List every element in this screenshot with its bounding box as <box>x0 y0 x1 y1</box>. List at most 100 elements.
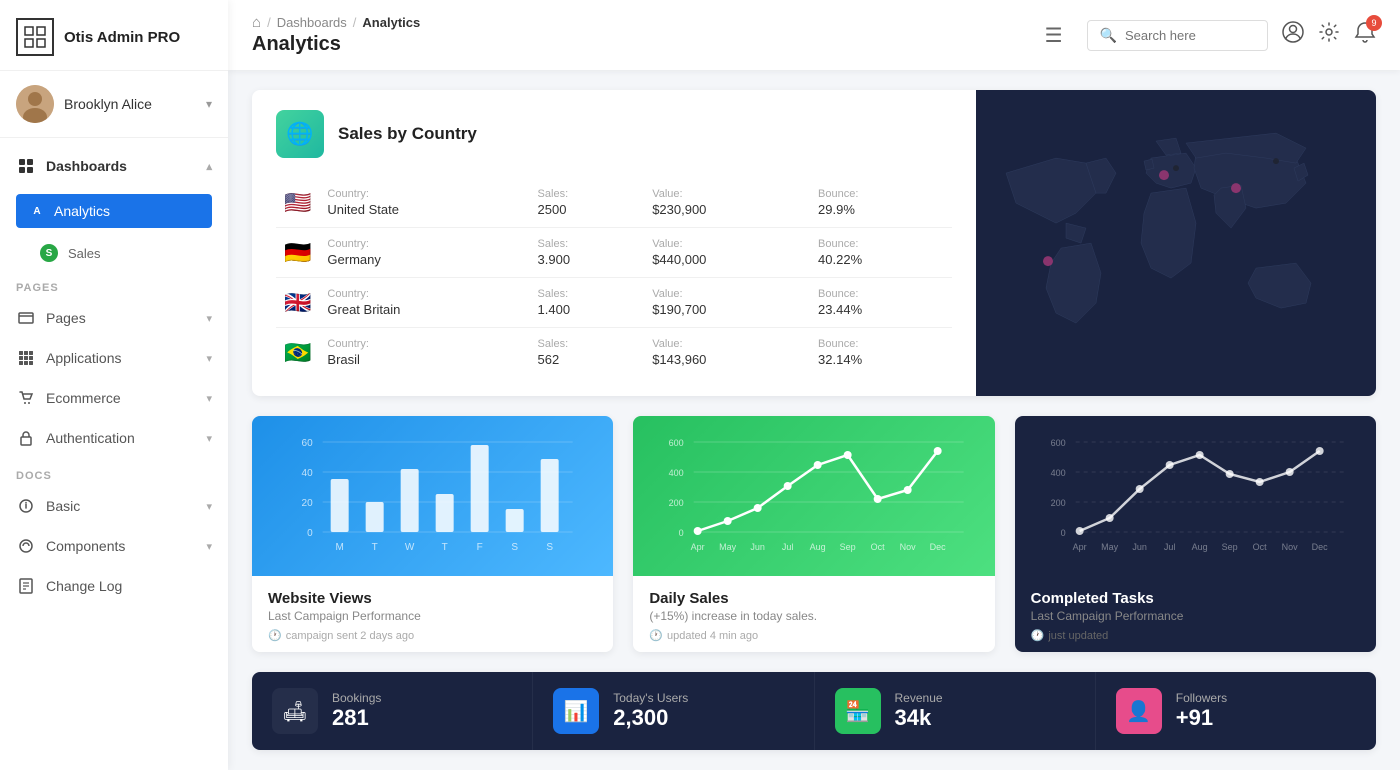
notifications-icon[interactable]: 9 <box>1354 21 1376 49</box>
sales-card-title: Sales by Country <box>338 124 477 144</box>
sidebar-item-sales[interactable]: S Sales <box>0 236 228 270</box>
stat-value-3: +91 <box>1176 705 1227 731</box>
completed-tasks-footer: 🕐 just updated <box>1031 629 1360 642</box>
sidebar-item-applications[interactable]: Applications ▾ <box>0 338 228 378</box>
sidebar-item-dashboards[interactable]: Dashboards ▴ <box>0 146 228 186</box>
svg-text:0: 0 <box>679 528 684 538</box>
sidebar-user[interactable]: Brooklyn Alice ▾ <box>0 71 228 138</box>
completed-tasks-title: Completed Tasks <box>1031 590 1360 607</box>
logo-text: Otis Admin PRO <box>64 29 180 46</box>
svg-text:May: May <box>1101 542 1119 552</box>
sales-card-header: 🌐 Sales by Country <box>276 110 952 158</box>
svg-text:400: 400 <box>1050 468 1065 478</box>
svg-text:Jul: Jul <box>782 542 794 552</box>
svg-text:200: 200 <box>669 498 684 508</box>
svg-text:Aug: Aug <box>1191 542 1207 552</box>
svg-text:Oct: Oct <box>871 542 886 552</box>
stat-item: 📊 Today's Users 2,300 <box>533 672 814 750</box>
sidebar-item-changelog[interactable]: Change Log <box>0 566 228 606</box>
sidebar-item-ecommerce[interactable]: Ecommerce ▾ <box>0 378 228 418</box>
dashboards-icon <box>16 156 36 176</box>
stats-row: 🛋 Bookings 281 📊 Today's Users 2,300 🏪 R… <box>252 672 1376 750</box>
svg-text:200: 200 <box>1050 498 1065 508</box>
ecommerce-label: Ecommerce <box>46 390 196 406</box>
notification-badge: 9 <box>1366 15 1382 31</box>
breadcrumb: ⌂ / Dashboards / Analytics <box>252 14 1029 31</box>
stat-icon-2: 🏪 <box>835 688 881 734</box>
svg-text:T: T <box>442 542 448 553</box>
search-box[interactable]: 🔍 <box>1087 20 1268 51</box>
svg-text:S: S <box>546 542 553 553</box>
sales-map-section <box>976 90 1376 396</box>
ecommerce-icon <box>16 388 36 408</box>
stat-icon-3: 👤 <box>1116 688 1162 734</box>
svg-text:0: 0 <box>1060 528 1065 538</box>
analytics-label: Analytics <box>54 203 110 219</box>
authentication-label: Authentication <box>46 430 196 446</box>
menu-icon[interactable]: ☰ <box>1045 23 1063 48</box>
stat-label-2: Revenue <box>895 691 943 705</box>
sales-table-section: 🌐 Sales by Country 🇺🇸 Country: United St… <box>252 90 976 396</box>
svg-text:Jul: Jul <box>1164 542 1176 552</box>
website-views-chart: 60 40 20 0 M T <box>268 432 597 572</box>
home-icon[interactable]: ⌂ <box>252 14 261 31</box>
analytics-letter: A <box>28 202 46 220</box>
sidebar-item-pages[interactable]: Pages ▾ <box>0 298 228 338</box>
completed-tasks-chart-area: 600 400 200 0 Apr <box>1015 416 1376 576</box>
stat-label-3: Followers <box>1176 691 1227 705</box>
user-profile-icon[interactable] <box>1282 21 1304 49</box>
daily-sales-chart-area: 600 400 200 0 <box>633 416 994 576</box>
completed-tasks-subtitle: Last Campaign Performance <box>1031 609 1360 623</box>
basic-label: Basic <box>46 498 196 514</box>
daily-sales-title: Daily Sales <box>649 590 978 607</box>
sales-by-country-card: 🌐 Sales by Country 🇺🇸 Country: United St… <box>252 90 1376 396</box>
stat-label-0: Bookings <box>332 691 381 705</box>
sales-label: Sales <box>68 246 101 261</box>
clock-icon-sales: 🕐 <box>649 629 663 642</box>
svg-text:600: 600 <box>1050 438 1065 448</box>
changelog-icon <box>16 576 36 596</box>
sidebar-item-components[interactable]: Components ▾ <box>0 526 228 566</box>
svg-text:60: 60 <box>302 438 314 449</box>
website-views-chart-area: 60 40 20 0 M T <box>252 416 613 576</box>
basic-icon <box>16 496 36 516</box>
stat-icon-0: 🛋 <box>272 688 318 734</box>
svg-text:Nov: Nov <box>900 542 917 552</box>
svg-text:Apr: Apr <box>691 542 705 552</box>
svg-text:Oct: Oct <box>1252 542 1267 552</box>
applications-label: Applications <box>46 350 196 366</box>
svg-text:Dec: Dec <box>1311 542 1328 552</box>
completed-tasks-footer-text: just updated <box>1048 630 1108 642</box>
svg-text:T: T <box>372 542 378 553</box>
completed-tasks-info: Completed Tasks Last Campaign Performanc… <box>1015 576 1376 652</box>
sidebar-item-analytics[interactable]: A Analytics <box>0 186 228 236</box>
breadcrumb-dashboards[interactable]: Dashboards <box>277 15 347 30</box>
svg-text:Jun: Jun <box>1132 542 1147 552</box>
sidebar-item-basic[interactable]: Basic ▾ <box>0 486 228 526</box>
completed-tasks-card: 600 400 200 0 Apr <box>1015 416 1376 652</box>
chevron-down-basic-icon: ▾ <box>206 500 212 513</box>
sidebar-item-authentication[interactable]: Authentication ▾ <box>0 418 228 458</box>
settings-icon[interactable] <box>1318 21 1340 49</box>
stat-value-2: 34k <box>895 705 943 731</box>
website-views-info: Website Views Last Campaign Performance … <box>252 576 613 652</box>
charts-row: 60 40 20 0 M T <box>252 416 1376 652</box>
breadcrumb-sep-2: / <box>353 15 357 30</box>
svg-text:600: 600 <box>669 438 684 448</box>
chevron-down-icon: ▾ <box>206 97 212 111</box>
main-content: ⌂ / Dashboards / Analytics Analytics ☰ 🔍 <box>228 0 1400 770</box>
svg-text:Apr: Apr <box>1072 542 1086 552</box>
search-icon: 🔍 <box>1100 27 1117 44</box>
authentication-icon <box>16 428 36 448</box>
table-row: 🇬🇧 Country: Great Britain Sales: 1.400 V… <box>276 278 952 328</box>
svg-text:Dec: Dec <box>930 542 947 552</box>
svg-text:May: May <box>719 542 737 552</box>
stat-icon-1: 📊 <box>553 688 599 734</box>
user-name: Brooklyn Alice <box>64 96 196 112</box>
svg-text:S: S <box>511 542 518 553</box>
stat-value-1: 2,300 <box>613 705 688 731</box>
applications-icon <box>16 348 36 368</box>
search-input[interactable] <box>1125 28 1255 43</box>
svg-text:20: 20 <box>302 498 314 509</box>
chevron-down-ecom-icon: ▾ <box>206 392 212 405</box>
